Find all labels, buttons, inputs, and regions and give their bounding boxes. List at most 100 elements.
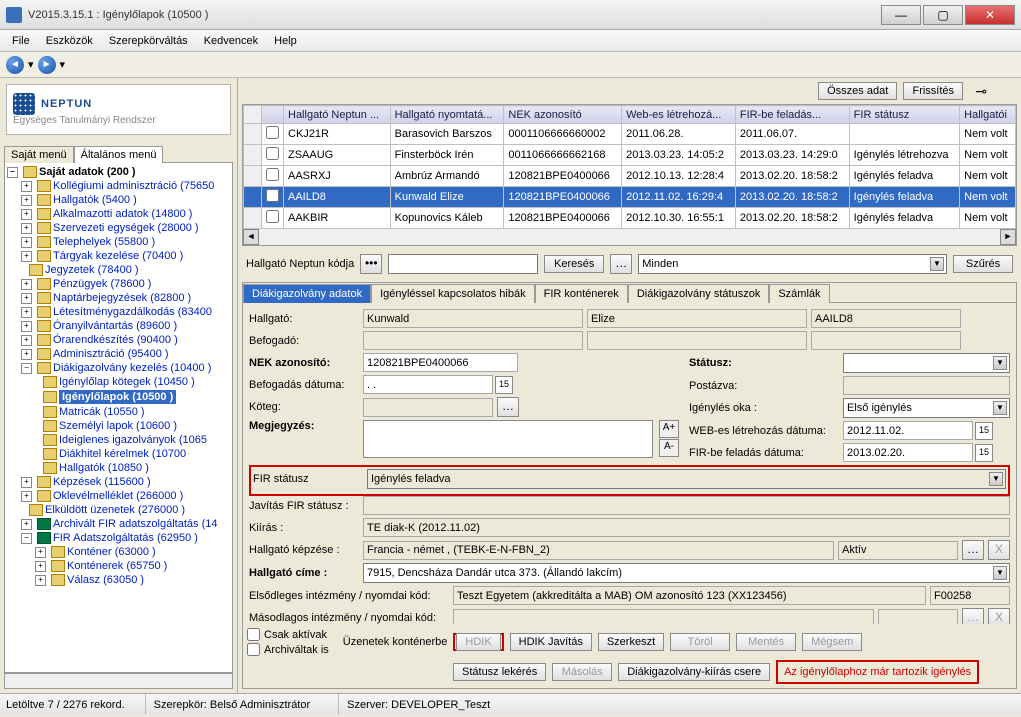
kepzes-more[interactable]: … [962, 540, 984, 560]
table-row[interactable]: CKJ21RBarasovich Barszos0001106666660002… [244, 124, 1016, 145]
col-fir[interactable]: FIR-be feladás... [735, 106, 849, 124]
calendar-icon[interactable]: 15 [975, 422, 993, 440]
filter-select[interactable]: Minden▼ [638, 254, 947, 274]
kiiras-csere-button[interactable]: Diákigazolvány-kiírás csere [618, 663, 770, 681]
field-igenyles-oka[interactable]: Első igénylés▼ [843, 398, 1010, 418]
row-checkbox[interactable] [266, 147, 279, 160]
tab-own-menu[interactable]: Saját menü [4, 146, 74, 163]
koteg-more[interactable]: … [497, 397, 519, 417]
tree-item[interactable]: Jegyzetek (78400 ) [45, 264, 139, 276]
field-status[interactable]: ▼ [843, 353, 1010, 373]
tree-item[interactable]: Hallgatók (10850 ) [59, 462, 149, 474]
font-down-button[interactable]: A- [659, 439, 679, 457]
col-web[interactable]: Web-es létrehozá... [622, 106, 736, 124]
row-checkbox[interactable] [266, 126, 279, 139]
table-row[interactable]: AASRXJAmbrúz Armandó120821BPE04000662012… [244, 166, 1016, 187]
forward-button[interactable]: ► [38, 56, 56, 74]
tab-kontenerek[interactable]: FIR konténerek [535, 284, 628, 303]
field-befdate[interactable]: . . [363, 375, 493, 394]
tree-item[interactable]: Diákhitel kérelmek (10700 [59, 448, 186, 460]
font-up-button[interactable]: A+ [659, 420, 679, 438]
row-checkbox[interactable] [266, 168, 279, 181]
tree-item[interactable]: Válasz (63050 ) [67, 574, 144, 586]
all-data-button[interactable]: Összes adat [818, 82, 897, 100]
statusz-lekeres-button[interactable]: Státusz lekérés [453, 663, 546, 681]
minimize-button[interactable]: — [881, 5, 921, 25]
checkbox-csak-aktivak[interactable]: Csak aktívak [247, 628, 329, 641]
szerkeszt-button[interactable]: Szerkeszt [598, 633, 664, 651]
tree-item[interactable]: FIR Adatszolgáltatás (62950 ) [53, 532, 198, 544]
tree-item[interactable]: Oklevélmelléklet (266000 ) [53, 490, 183, 502]
col-nek[interactable]: NEK azonosító [504, 106, 622, 124]
table-row[interactable]: AAKBIRKopunovics Káleb120821BPE040006620… [244, 208, 1016, 229]
search-input[interactable] [388, 254, 538, 274]
refresh-button[interactable]: Frissítés [903, 82, 963, 100]
tree-item[interactable]: Hallgatók (5400 ) [53, 194, 137, 206]
field-nek[interactable]: 120821BPE0400066 [363, 353, 518, 372]
menu-file[interactable]: File [6, 33, 36, 49]
tree-item[interactable]: Órarendkészítés (90400 ) [53, 334, 178, 346]
tab-statuszok[interactable]: Diákigazolvány státuszok [628, 284, 770, 303]
row-checkbox[interactable] [266, 189, 279, 202]
col-code[interactable]: Hallgató Neptun ... [284, 106, 391, 124]
tree-item[interactable]: Konténer (63000 ) [67, 546, 156, 558]
maximize-button[interactable]: ▢ [923, 5, 963, 25]
menu-roles[interactable]: Szerepkörváltás [103, 33, 194, 49]
tab-general-menu[interactable]: Általános menü [74, 146, 164, 163]
close-button[interactable]: ✕ [965, 5, 1015, 25]
hdik-javitas-button[interactable]: HDIK Javítás [510, 633, 592, 651]
col-hall[interactable]: Hallgatói [960, 106, 1016, 124]
tab-diakig-adatok[interactable]: Diákigazolvány adatok [243, 284, 371, 303]
tree-item[interactable]: Szervezeti egységek (28000 ) [53, 222, 199, 234]
search-more-button[interactable]: … [610, 254, 632, 274]
table-row[interactable]: ZSAAUGFinsterböck Irén001106666666216820… [244, 145, 1016, 166]
menu-tools[interactable]: Eszközök [40, 33, 99, 49]
tree-item[interactable]: Alkalmazotti adatok (14800 ) [53, 208, 192, 220]
tree-item[interactable]: Igénylőlap kötegek (10450 ) [59, 376, 195, 388]
field-firdate[interactable]: 2013.02.20. [843, 443, 973, 462]
tree-item[interactable]: Matricák (10550 ) [59, 406, 145, 418]
pin-icon[interactable]: ⊸ [975, 83, 987, 100]
tree-item[interactable]: Személyi lapok (10600 ) [59, 420, 177, 432]
scroll-right[interactable]: ► [1000, 229, 1016, 245]
table-row[interactable]: AAILD8Kunwald Elize120821BPE04000662012.… [244, 187, 1016, 208]
mask-button[interactable]: ••• [360, 254, 382, 274]
tree-item[interactable]: Elküldött üzenetek (276000 ) [45, 504, 185, 516]
tree-item[interactable]: Ideiglenes igazolványok (1065 [59, 434, 207, 446]
checkbox-archivaltak[interactable]: Archiváltak is [247, 643, 329, 656]
tree-item[interactable]: Kollégiumi adminisztráció (75650 [53, 180, 214, 192]
tree-item[interactable]: Konténerek (65750 ) [67, 560, 167, 572]
tab-hibak[interactable]: Igényléssel kapcsolatos hibák [371, 284, 535, 303]
field-cim[interactable]: 7915, Dencsháza Dandár utca 373. (Álland… [363, 563, 1010, 583]
tree-scroll[interactable] [4, 673, 233, 689]
warning-note: Az igénylőlaphoz már tartozik igénylés [776, 660, 979, 684]
tree-item[interactable]: Pénzügyek (78600 ) [53, 278, 151, 290]
tree-item[interactable]: Tárgyak kezelése (70400 ) [53, 250, 183, 262]
tree-item[interactable]: Telephelyek (55800 ) [53, 236, 155, 248]
field-webdate[interactable]: 2012.11.02. [843, 421, 973, 440]
tree-item[interactable]: Diákigazolvány kezelés (10400 ) [53, 362, 211, 374]
calendar-icon[interactable]: 15 [495, 376, 513, 394]
tree-item-selected[interactable]: Igénylőlapok (10500 ) [59, 390, 176, 404]
scroll-left[interactable]: ◄ [243, 229, 259, 245]
tree-item[interactable]: Naptárbejegyzések (82800 ) [53, 292, 191, 304]
menu-help[interactable]: Help [268, 33, 303, 49]
data-grid[interactable]: Hallgató Neptun ... Hallgató nyomtatá...… [242, 104, 1017, 246]
back-button[interactable]: ◄ [6, 56, 24, 74]
tree-item[interactable]: Archivált FIR adatszolgáltatás (14 [53, 518, 217, 530]
tree-item[interactable]: Létesítménygazdálkodás (83400 [53, 306, 212, 318]
search-button[interactable]: Keresés [544, 255, 604, 273]
col-status[interactable]: FIR státusz [849, 106, 960, 124]
menu-fav[interactable]: Kedvencek [198, 33, 264, 49]
tree-item[interactable]: Adminisztráció (95400 ) [53, 348, 169, 360]
calendar-icon[interactable]: 15 [975, 444, 993, 462]
row-checkbox[interactable] [266, 210, 279, 223]
tree-item[interactable]: Képzések (115600 ) [53, 476, 151, 488]
col-name[interactable]: Hallgató nyomtatá... [390, 106, 504, 124]
tree-item[interactable]: Óranyilvántartás (89600 ) [53, 320, 177, 332]
tree-own-data[interactable]: Saját adatok (200 ) [39, 166, 136, 178]
nav-tree[interactable]: Saját adatok (200 ) Kollégiumi adminiszt… [4, 162, 233, 673]
tab-szamlak[interactable]: Számlák [769, 284, 829, 303]
field-megjegyzes[interactable] [363, 420, 653, 458]
filter-button[interactable]: Szűrés [953, 255, 1013, 273]
